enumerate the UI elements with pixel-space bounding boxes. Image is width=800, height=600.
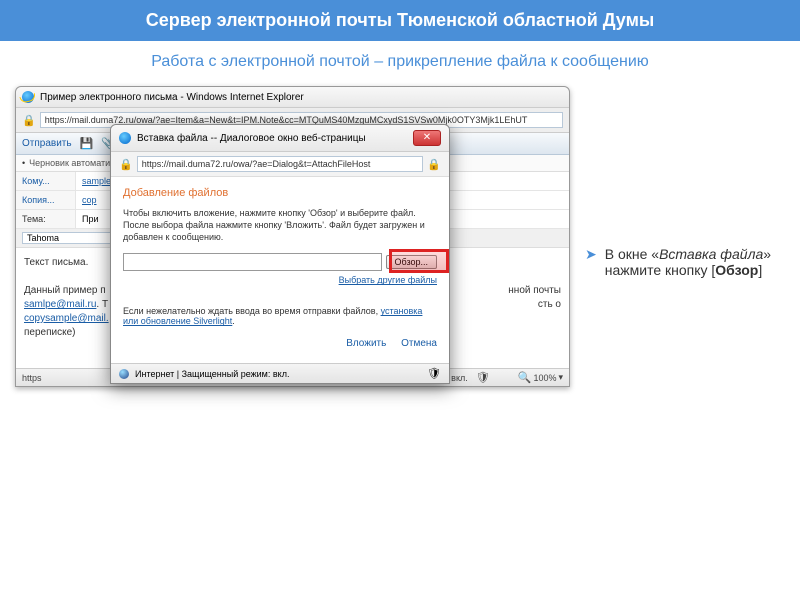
dialog-statusbar: Интернет | Защищенный режим: вкл. 🛡 [111,363,449,383]
dialog-heading: Добавление файлов [123,187,437,199]
zone-globe-icon [119,369,129,379]
subject-label: Тема: [16,210,76,228]
protected-mode-icon: 🛡 [476,371,490,384]
to-button[interactable]: Кому... [16,172,76,190]
slide-header: Сервер электронной почты Тюменской облас… [0,0,800,41]
zoom-control[interactable]: 🔍 100% ▾ [518,371,563,384]
attach-button[interactable]: Вложить [346,338,386,349]
cancel-button[interactable]: Отмена [401,338,437,349]
lock-icon: 🔒 [22,114,36,127]
protected-mode-icon: 🛡 [427,367,441,380]
save-icon[interactable]: 💾 [80,137,94,150]
lock-icon: 🔒 [427,158,441,171]
send-button[interactable]: Отправить [22,138,72,149]
choose-other-files-link[interactable]: Выбрать другие файлы [339,275,437,285]
window-title: Пример электронного письма - Windows Int… [40,92,304,103]
dialog-instruction: Чтобы включить вложение, нажмите кнопку … [123,207,437,243]
protocol-label: https [22,373,42,383]
dialog-url-field: https://mail.duma72.ru/owa/?ae=Dialog&t=… [137,156,424,172]
silverlight-note: Если нежелательно ждать ввода во время о… [123,306,437,326]
window-titlebar: Пример электронного письма - Windows Int… [16,87,569,108]
lock-icon: 🔒 [119,158,133,171]
bullet-arrow-icon: ➤ [585,246,597,278]
zoom-icon: 🔍 [518,371,532,384]
ie-logo-icon [119,132,131,144]
body-link[interactable]: copysample@mail. [24,313,109,324]
font-select[interactable]: Tahoma [22,232,122,244]
dialog-title: Вставка файла -- Диалоговое окно веб-стр… [137,133,366,144]
dialog-zone-text: Интернет | Защищенный режим: вкл. [135,369,289,379]
slide-subtitle: Работа с электронной почтой – прикреплен… [0,41,800,86]
dialog-addressbar: 🔒 https://mail.duma72.ru/owa/?ae=Dialog&… [111,152,449,177]
close-button[interactable]: ✕ [413,130,441,146]
browse-button[interactable]: Обзор... [386,255,438,269]
file-path-input[interactable] [123,253,382,271]
cc-button[interactable]: Копия... [16,191,76,209]
ie-logo-icon [22,91,34,103]
attach-file-dialog: Вставка файла -- Диалоговое окно веб-стр… [110,124,450,384]
dialog-titlebar: Вставка файла -- Диалоговое окно веб-стр… [111,125,449,152]
slide-instruction: ➤ В окне «Вставка файла» нажмите кнопку … [585,246,785,278]
